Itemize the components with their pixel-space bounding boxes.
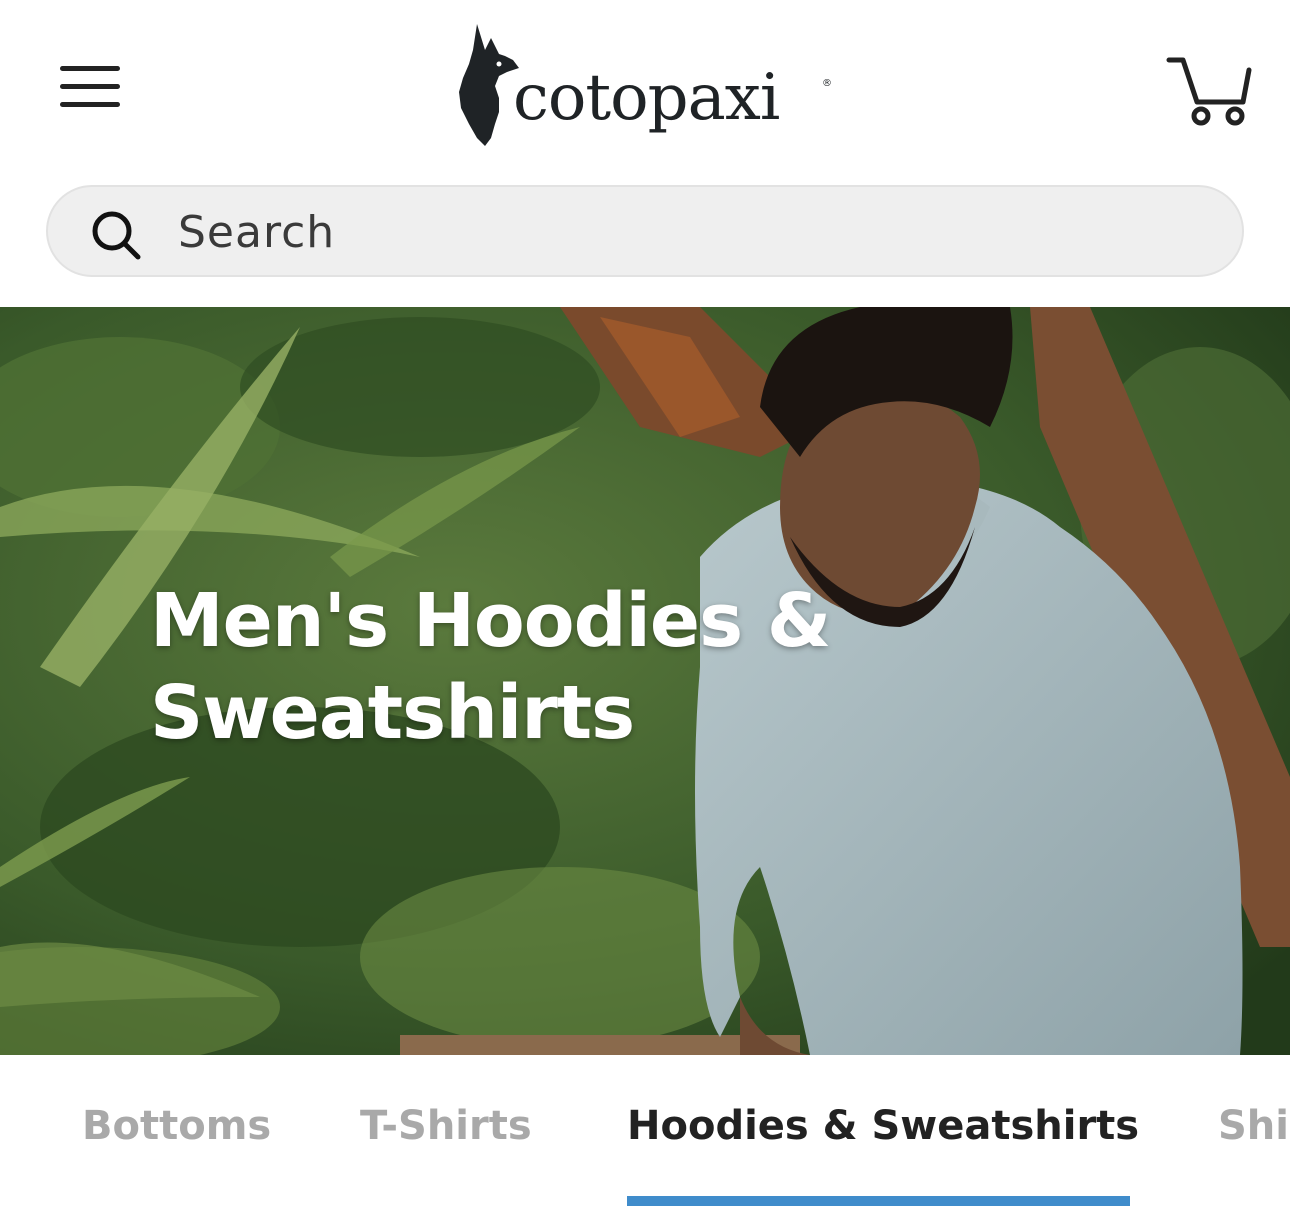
menu-icon-bar — [60, 66, 120, 71]
tab-t-shirts[interactable]: T-Shirts — [360, 1103, 532, 1149]
tab-bottoms[interactable]: Bottoms — [82, 1103, 271, 1149]
hero-banner: Men's Hoodies & Sweatshirts — [0, 307, 1290, 1055]
site-header: cotopaxi ® — [0, 0, 1290, 277]
cart-icon — [1166, 57, 1252, 126]
search-bar[interactable] — [46, 185, 1244, 277]
search-input[interactable] — [176, 201, 1200, 263]
brand-logo[interactable]: cotopaxi ® — [455, 20, 840, 150]
menu-button[interactable] — [58, 62, 122, 110]
active-tab-indicator — [627, 1196, 1130, 1206]
category-tabs: Bottoms T-Shirts Hoodies & Sweatshirts S… — [0, 1055, 1290, 1230]
registered-mark: ® — [822, 78, 832, 89]
brand-name: cotopaxi — [513, 61, 780, 135]
tab-shirts[interactable]: Shi — [1218, 1103, 1289, 1149]
hero-title: Men's Hoodies & Sweatshirts — [150, 578, 831, 756]
menu-icon-bar — [60, 84, 120, 89]
search-icon — [92, 211, 141, 260]
cart-button[interactable] — [1165, 52, 1255, 132]
tab-hoodies-sweatshirts[interactable]: Hoodies & Sweatshirts — [627, 1103, 1139, 1149]
menu-icon-bar — [60, 102, 120, 107]
